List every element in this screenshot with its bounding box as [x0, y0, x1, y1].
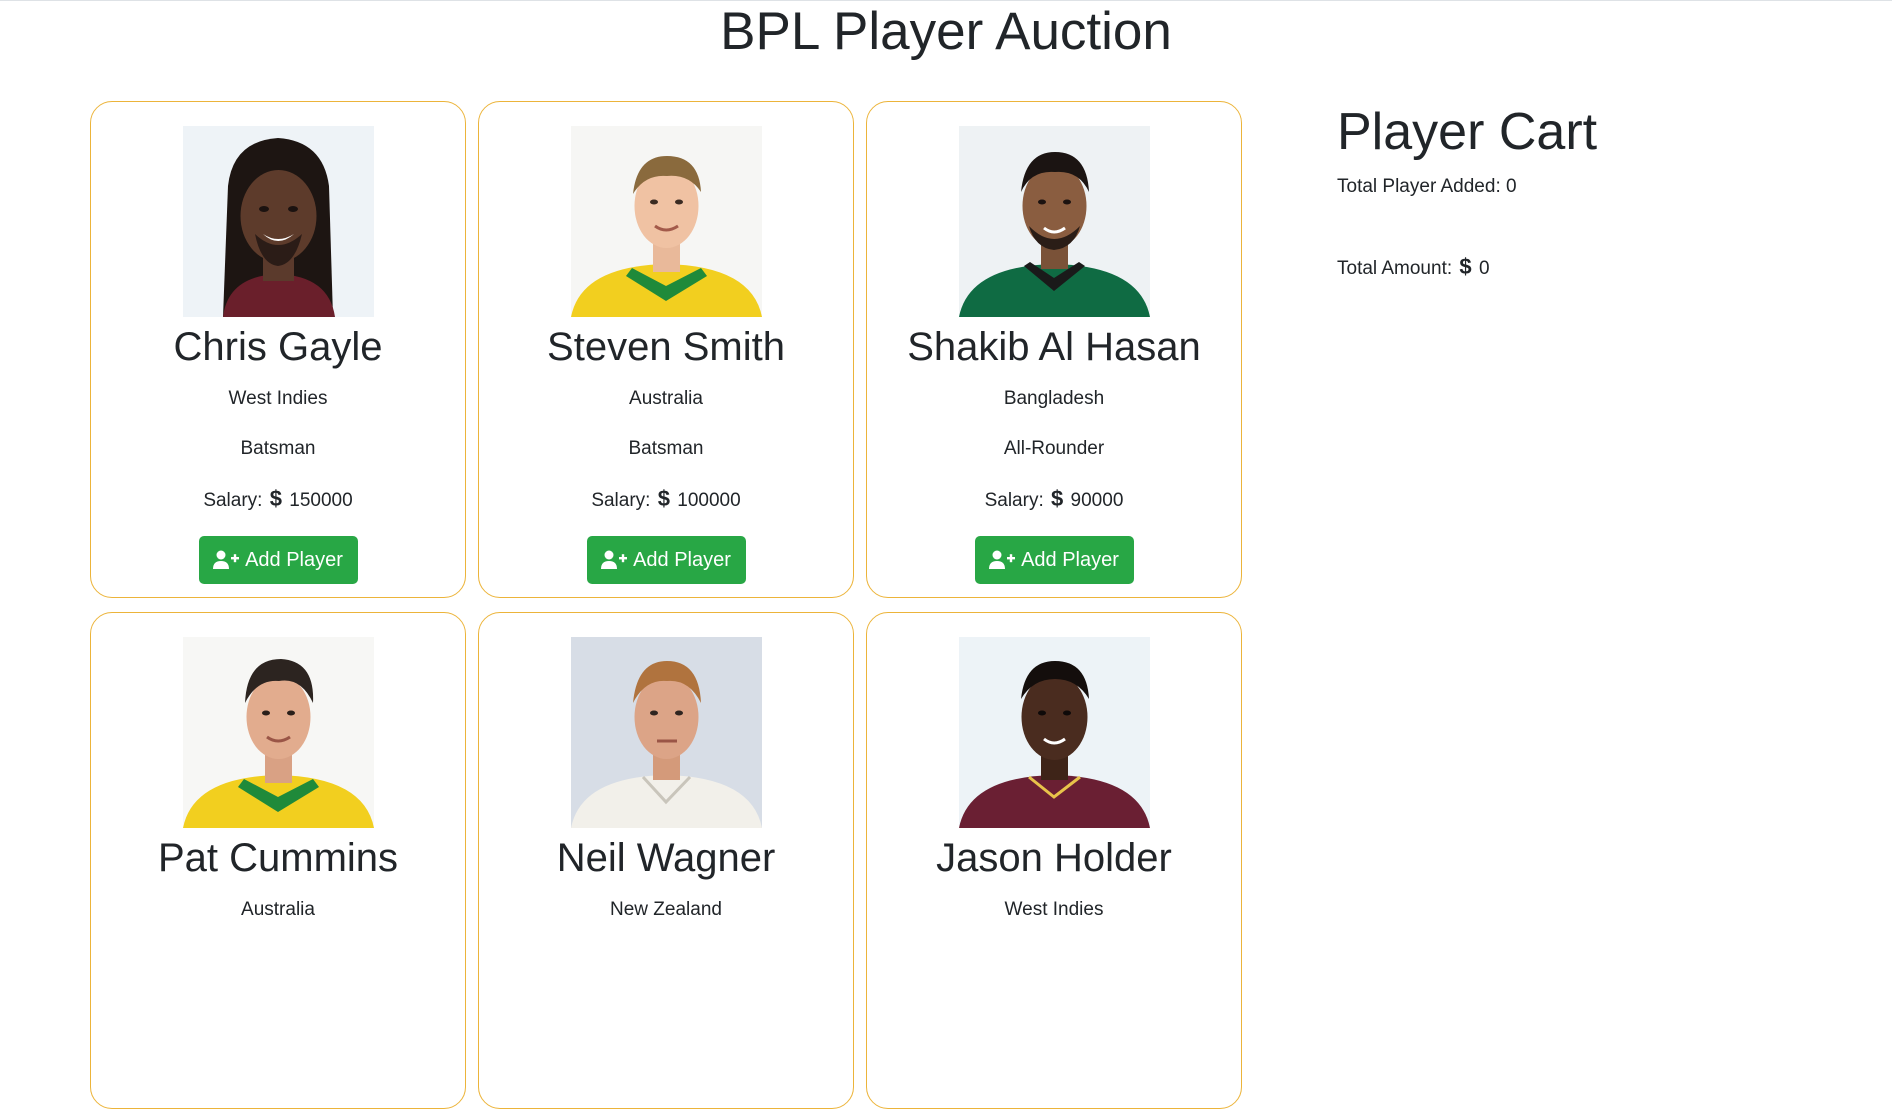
- player-photo: [182, 126, 374, 317]
- player-name: Chris Gayle: [173, 325, 383, 369]
- player-name: Neil Wagner: [556, 836, 776, 880]
- player-card: Steven Smith Australia Batsman Salary: $…: [478, 101, 854, 598]
- salary-value: 150000: [289, 490, 353, 511]
- player-role: All-Rounder: [1003, 438, 1105, 459]
- player-salary: Salary: $ 150000: [91, 487, 465, 513]
- salary-label: Salary:: [203, 490, 263, 511]
- page-title: BPL Player Auction: [720, 2, 1172, 61]
- salary-value: 100000: [677, 490, 741, 511]
- dollar-icon: $: [657, 486, 670, 511]
- cart-title: Player Cart: [1337, 103, 1598, 161]
- player-role: Batsman: [240, 438, 316, 459]
- salary-value: 90000: [1070, 490, 1124, 511]
- player-country: West Indies: [228, 388, 328, 409]
- player-name: Pat Cummins: [157, 836, 399, 880]
- player-photo: [570, 126, 762, 317]
- add-player-label: Add Player: [245, 548, 343, 571]
- total-amount-value: 0: [1478, 258, 1490, 279]
- add-player-label: Add Player: [633, 548, 731, 571]
- add-player-button[interactable]: Add Player: [198, 536, 358, 584]
- player-card: Jason Holder West Indies: [866, 612, 1242, 1109]
- player-role: Batsman: [628, 438, 704, 459]
- player-cart: Player Cart Total Player Added: 0 Total …: [1337, 100, 1597, 281]
- total-player-added: Total Player Added: 0: [1337, 175, 1597, 199]
- player-photo: [958, 637, 1150, 828]
- player-card: Pat Cummins Australia: [90, 612, 466, 1109]
- player-photo: [570, 637, 762, 828]
- total-amount: Total Amount: $ 0: [1337, 255, 1597, 281]
- user-plus-icon: [601, 550, 628, 569]
- player-photo: [182, 637, 374, 828]
- player-country: West Indies: [1004, 899, 1104, 920]
- player-country: Australia: [241, 899, 315, 920]
- user-plus-icon: [213, 550, 240, 569]
- player-country: Bangladesh: [1003, 388, 1105, 409]
- player-card: Neil Wagner New Zealand: [478, 612, 854, 1109]
- total-player-added-count: 0: [1506, 176, 1517, 197]
- player-photo: [958, 126, 1150, 317]
- player-name: Steven Smith: [547, 325, 785, 369]
- player-name: Shakib Al Hasan: [907, 325, 1201, 369]
- dollar-icon: $: [1459, 254, 1472, 279]
- salary-label: Salary:: [984, 490, 1044, 511]
- add-player-button[interactable]: Add Player: [974, 536, 1134, 584]
- player-salary: Salary: $ 90000: [867, 487, 1241, 513]
- user-plus-icon: [989, 550, 1016, 569]
- player-grid: Chris Gayle West Indies Batsman Salary: …: [90, 101, 1242, 1109]
- player-salary: Salary: $ 100000: [479, 487, 853, 513]
- dollar-icon: $: [1051, 486, 1064, 511]
- player-country: New Zealand: [610, 899, 722, 920]
- player-card: Shakib Al Hasan Bangladesh All-Rounder S…: [866, 101, 1242, 598]
- total-player-added-label: Total Player Added:: [1337, 176, 1501, 197]
- dollar-icon: $: [269, 486, 282, 511]
- add-player-button[interactable]: Add Player: [586, 536, 746, 584]
- add-player-label: Add Player: [1021, 548, 1119, 571]
- player-name: Jason Holder: [936, 836, 1172, 880]
- player-card: Chris Gayle West Indies Batsman Salary: …: [90, 101, 466, 598]
- total-amount-label: Total Amount:: [1337, 258, 1453, 279]
- salary-label: Salary:: [591, 490, 651, 511]
- player-country: Australia: [629, 388, 703, 409]
